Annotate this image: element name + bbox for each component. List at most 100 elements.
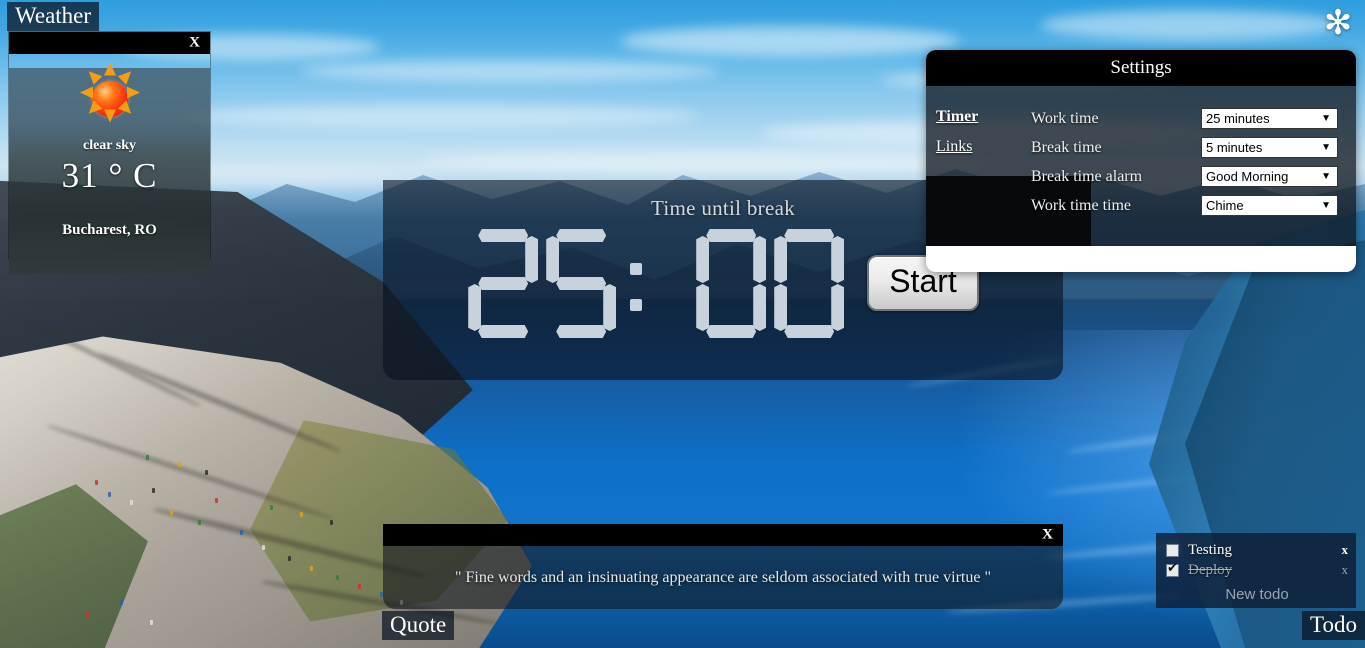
weather-titlebar: X xyxy=(9,32,210,54)
timer-digit-m1 xyxy=(467,227,539,339)
segment-f xyxy=(774,236,788,283)
hiker-speck xyxy=(120,600,123,605)
sun-ray xyxy=(84,67,102,85)
work-alarm-select[interactable]: Chime ▼ xyxy=(1201,195,1338,216)
todo-checkbox-testing[interactable] xyxy=(1166,543,1179,557)
todo-label-testing: Testing xyxy=(1188,541,1232,558)
hiker-speck xyxy=(178,462,181,467)
settings-row-break-time: Break time 5 minutes ▼ xyxy=(1031,133,1356,162)
timer-digit-s1 xyxy=(695,227,767,339)
segment-a xyxy=(556,229,607,242)
todo-label-deploy: Deploy xyxy=(1188,561,1233,578)
segment-c xyxy=(753,284,767,331)
settings-footer xyxy=(926,246,1356,272)
new-todo-input[interactable] xyxy=(1166,585,1348,604)
segment-e xyxy=(696,284,710,331)
segment-e xyxy=(468,284,482,331)
work-time-label: Work time xyxy=(1031,109,1099,127)
chevron-down-icon: ▼ xyxy=(1321,142,1331,153)
work-time-value: 25 minutes xyxy=(1206,111,1270,126)
work-alarm-label: Work time time xyxy=(1031,196,1132,214)
quote-text: " Fine words and an insinuating appearan… xyxy=(383,546,1063,609)
hiker-speck xyxy=(205,470,208,475)
weather-temperature: 31 ° C xyxy=(61,156,158,195)
break-alarm-value: Good Morning xyxy=(1206,169,1289,184)
weather-tab[interactable]: Weather xyxy=(7,2,100,32)
hiker-speck xyxy=(170,510,173,515)
segment-e xyxy=(774,284,788,331)
hiker-speck xyxy=(130,500,133,505)
timer-colon xyxy=(623,227,649,339)
weather-panel: X clear sky 31 ° C Bucharest, RO xyxy=(8,31,211,274)
settings-title: Settings xyxy=(926,50,1356,86)
segment-f xyxy=(546,236,560,283)
hiker-speck xyxy=(240,530,243,535)
segment-a xyxy=(784,229,835,242)
break-time-select[interactable]: 5 minutes ▼ xyxy=(1201,137,1338,158)
todo-checkbox-deploy[interactable] xyxy=(1166,561,1179,577)
weather-condition: clear sky xyxy=(82,138,136,153)
chevron-down-icon: ▼ xyxy=(1321,113,1331,124)
segment-g xyxy=(556,277,607,290)
work-alarm-value: Chime xyxy=(1206,198,1244,213)
quote-titlebar: X xyxy=(383,524,1063,546)
break-alarm-label: Break time alarm xyxy=(1031,167,1143,185)
timer-display xyxy=(467,227,845,339)
segment-b xyxy=(831,236,845,283)
settings-nav-links[interactable]: Links xyxy=(936,138,1031,156)
hiker-speck xyxy=(330,520,333,525)
sun-ray xyxy=(117,67,135,85)
segment-b xyxy=(525,236,539,283)
segment-c xyxy=(603,284,617,331)
weather-body: clear sky 31 ° C Bucharest, RO xyxy=(9,62,210,274)
settings-icon[interactable]: ✻ xyxy=(1321,6,1355,40)
todo-panel: Testing x Deploy x xyxy=(1156,533,1356,608)
settings-row-work-time: Work time 25 minutes ▼ xyxy=(1031,104,1356,133)
hiker-speck xyxy=(198,520,201,525)
hiker-speck xyxy=(300,512,303,517)
hiker-speck xyxy=(310,566,313,571)
settings-nav: Timer Links xyxy=(926,86,1031,246)
segment-d xyxy=(706,325,757,338)
hiker-speck xyxy=(215,498,218,503)
settings-panel: Settings Timer Links Work time 25 minute… xyxy=(926,50,1356,272)
settings-fields: Work time 25 minutes ▼ Break time 5 minu… xyxy=(1031,86,1356,246)
todo-item: Deploy x xyxy=(1166,560,1348,580)
weather-close-button[interactable]: X xyxy=(189,35,200,51)
segment-d xyxy=(556,325,607,338)
todo-tab[interactable]: Todo xyxy=(1302,611,1365,641)
weather-location: Bucharest, RO xyxy=(62,222,157,238)
work-time-select[interactable]: 25 minutes ▼ xyxy=(1201,108,1338,129)
timer-digit-s2 xyxy=(773,227,845,339)
quote-panel: X " Fine words and an insinuating appear… xyxy=(383,524,1063,609)
sun-ray xyxy=(79,86,93,99)
quote-close-button[interactable]: X xyxy=(1042,527,1053,543)
break-alarm-select[interactable]: Good Morning ▼ xyxy=(1201,166,1338,187)
hiker-speck xyxy=(336,575,339,580)
segment-g xyxy=(478,277,529,290)
hiker-speck xyxy=(152,488,155,493)
hiker-speck xyxy=(95,480,98,485)
chevron-down-icon: ▼ xyxy=(1321,171,1331,182)
segment-a xyxy=(478,229,529,242)
hiker-speck xyxy=(262,545,265,550)
todo-item: Testing x xyxy=(1166,540,1348,560)
todo-remove-testing[interactable]: x xyxy=(1334,542,1349,558)
hiker-speck xyxy=(108,492,111,497)
todo-remove-deploy[interactable]: x xyxy=(1334,562,1349,578)
settings-body: Timer Links Work time 25 minutes ▼ Break… xyxy=(926,86,1356,246)
sun-ray xyxy=(103,62,116,76)
quote-tab[interactable]: Quote xyxy=(382,611,455,641)
hiker-speck xyxy=(270,505,273,510)
segment-b xyxy=(753,236,767,283)
segment-a xyxy=(706,229,757,242)
chevron-down-icon: ▼ xyxy=(1321,200,1331,211)
sun-ray xyxy=(103,109,116,123)
segment-c xyxy=(831,284,845,331)
settings-nav-timer[interactable]: Timer xyxy=(936,108,1031,126)
settings-row-break-alarm: Break time alarm Good Morning ▼ xyxy=(1031,162,1356,191)
break-time-label: Break time xyxy=(1031,138,1102,156)
break-time-value: 5 minutes xyxy=(1206,140,1263,155)
hiker-speck xyxy=(146,455,149,460)
hiker-speck xyxy=(358,584,361,589)
